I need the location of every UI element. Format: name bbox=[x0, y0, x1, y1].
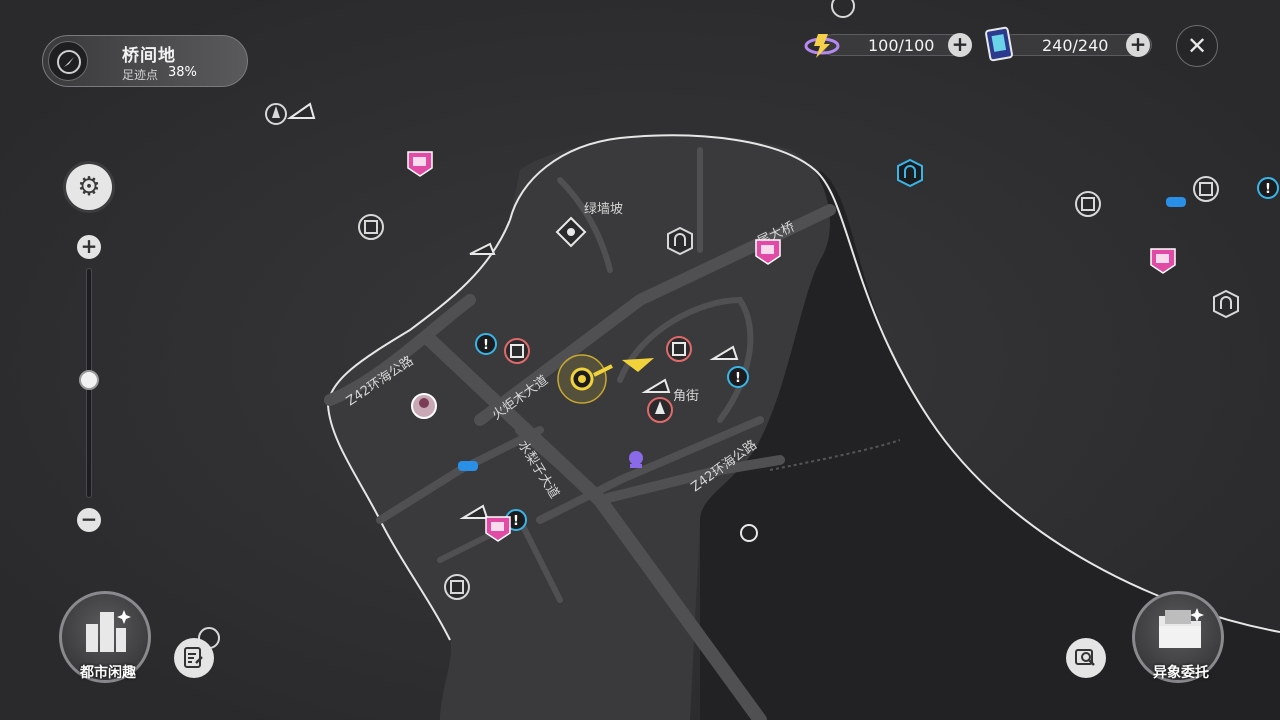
character-marker[interactable] bbox=[411, 393, 437, 419]
settings-button[interactable]: ⚙ bbox=[66, 164, 112, 210]
shop-marker[interactable] bbox=[444, 574, 470, 600]
city-leisure-label: 都市闲趣 bbox=[80, 665, 136, 681]
anomaly-commission-label: 异象委托 bbox=[1153, 665, 1209, 681]
shop-marker[interactable] bbox=[1193, 176, 1219, 202]
svg-text:!: ! bbox=[513, 514, 519, 529]
active-shop-marker[interactable] bbox=[666, 336, 692, 362]
map-screen: 绿墙坡 尾大桥 角街 Z42环海公路 Z42环海公路 火炬木大道 水梨子大道 !… bbox=[0, 0, 1280, 720]
energy-resource: 100/100 + bbox=[804, 32, 976, 58]
portal-marker[interactable] bbox=[897, 158, 923, 188]
car-marker[interactable] bbox=[458, 461, 478, 471]
quest-marker[interactable]: ! bbox=[475, 333, 497, 355]
rocket-marker[interactable] bbox=[647, 397, 673, 423]
progress-label: 足迹点 bbox=[122, 68, 159, 82]
notes-button[interactable] bbox=[174, 638, 214, 678]
close-button[interactable]: ✕ bbox=[1176, 25, 1218, 67]
shop-marker[interactable] bbox=[1075, 191, 1101, 217]
folder-icon bbox=[1159, 608, 1204, 648]
magnifier-doc-icon bbox=[1075, 649, 1095, 666]
battery-energy-icon bbox=[804, 34, 840, 58]
quest-marker[interactable]: ! bbox=[727, 366, 749, 388]
zoom-slider-thumb[interactable] bbox=[79, 370, 99, 390]
card-ticket-icon bbox=[985, 26, 1013, 62]
shop-marker[interactable] bbox=[831, 0, 855, 18]
shop-marker[interactable] bbox=[358, 214, 384, 240]
svg-text:!: ! bbox=[483, 338, 489, 353]
city-leisure-button[interactable]: 都市闲趣 bbox=[59, 591, 151, 683]
energy-add-button[interactable]: + bbox=[948, 33, 972, 57]
ticket-value: 240/240 bbox=[1042, 36, 1109, 55]
zoom-in-button[interactable]: + bbox=[77, 235, 101, 259]
location-panel: 桥间地 足迹点 38% bbox=[42, 35, 248, 87]
label-corner-street: 角街 bbox=[673, 389, 699, 404]
zoom-out-button[interactable]: − bbox=[77, 508, 101, 532]
energy-value: 100/100 bbox=[868, 36, 935, 55]
active-shop-marker[interactable] bbox=[504, 338, 530, 364]
city-buildings-icon bbox=[86, 610, 131, 652]
progress-value: 38% bbox=[168, 65, 197, 80]
car-marker[interactable] bbox=[1166, 197, 1186, 207]
portal-marker[interactable] bbox=[1213, 289, 1239, 319]
svg-text:!: ! bbox=[735, 371, 741, 386]
location-name: 桥间地 bbox=[122, 46, 176, 66]
ticket-resource: 240/240 + bbox=[984, 26, 1154, 62]
svg-text:!: ! bbox=[1265, 182, 1271, 197]
compass-icon[interactable] bbox=[48, 41, 88, 81]
rocket-marker[interactable] bbox=[265, 103, 287, 125]
anomaly-commission-button[interactable]: 异象委托 bbox=[1132, 591, 1224, 683]
fortune-marker[interactable] bbox=[629, 451, 643, 468]
quest-marker[interactable]: ! bbox=[1257, 177, 1279, 199]
label-green-wall-slope: 绿墙坡 bbox=[584, 202, 623, 217]
notepad-icon bbox=[184, 647, 203, 668]
map-search-button[interactable] bbox=[1066, 638, 1106, 678]
map-canvas[interactable]: 绿墙坡 尾大桥 角街 Z42环海公路 Z42环海公路 火炬木大道 水梨子大道 !… bbox=[0, 0, 1280, 720]
ticket-add-button[interactable]: + bbox=[1126, 33, 1150, 57]
portal-marker[interactable] bbox=[667, 226, 693, 256]
